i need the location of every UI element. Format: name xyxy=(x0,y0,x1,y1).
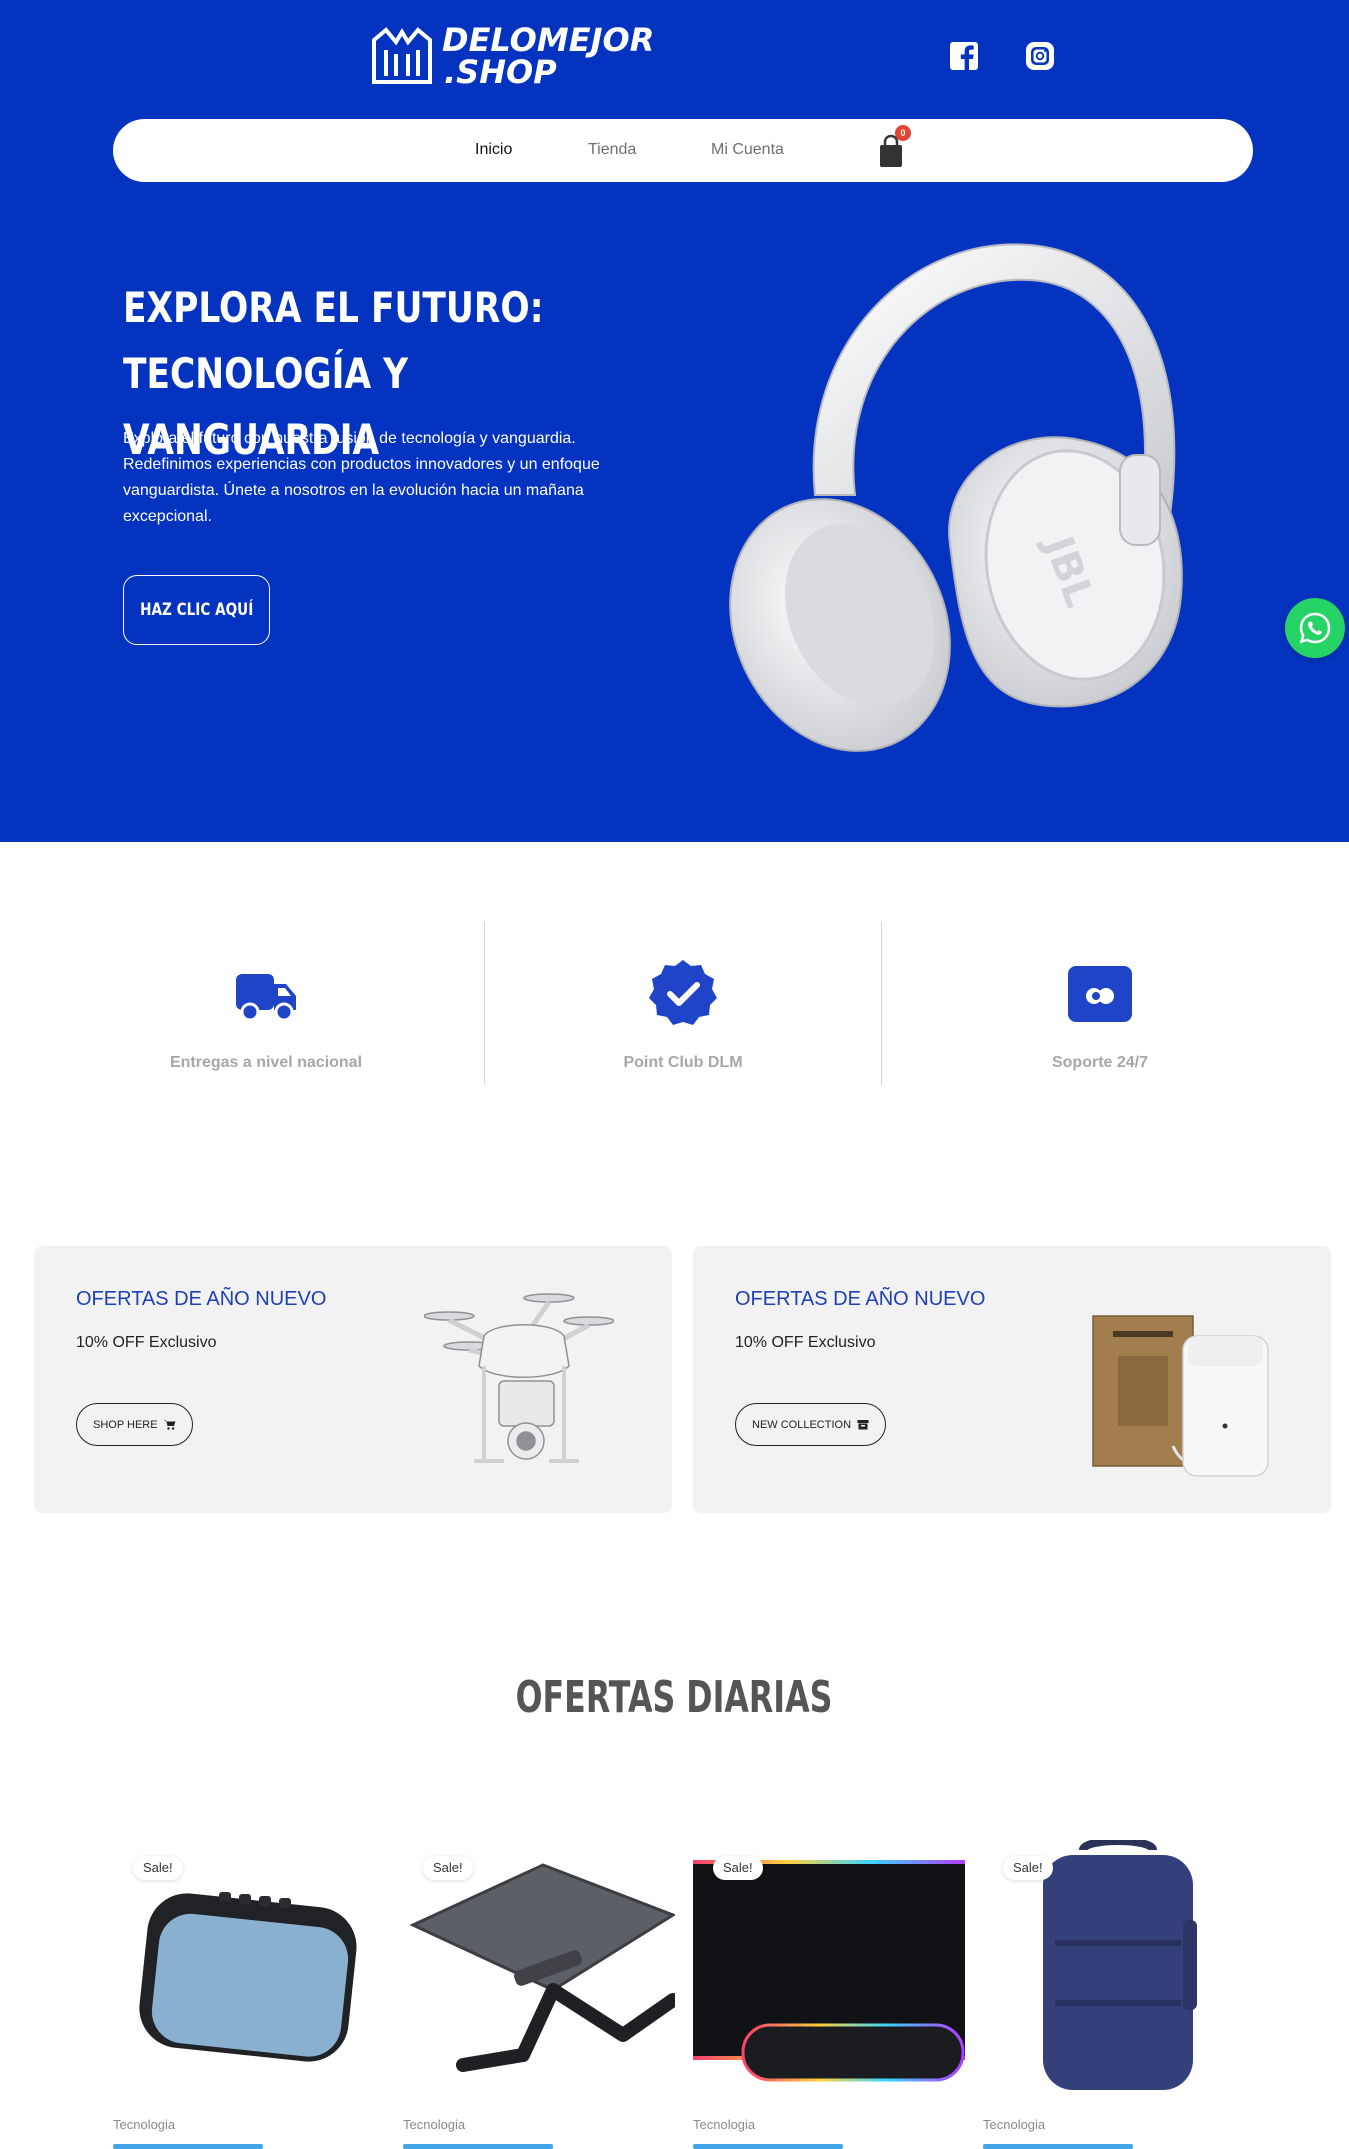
brand-line1: DELOMEJOR xyxy=(442,21,655,59)
product-title[interactable] xyxy=(983,2138,1183,2149)
air-purifier-image xyxy=(1092,1315,1269,1477)
product-card[interactable]: Sale! Tecnologia xyxy=(693,1840,965,2149)
product-card[interactable]: Sale! Tecnologia xyxy=(113,1840,385,2149)
shop-here-label: SHOP HERE xyxy=(93,1418,158,1431)
main-navbar: Inicio Tienda Mi Cuenta 0 xyxy=(113,119,1253,182)
brand-logo[interactable]: DELOMEJOR .SHOP xyxy=(370,24,654,88)
feature-divider xyxy=(484,922,485,1085)
instagram-icon[interactable] xyxy=(1024,40,1056,72)
sale-badge: Sale! xyxy=(133,1856,183,1880)
headphones-image: JBL xyxy=(729,243,1183,752)
sale-badge: Sale! xyxy=(1003,1856,1053,1880)
nav-mi-cuenta[interactable]: Mi Cuenta xyxy=(711,141,784,159)
offer-title: OFERTAS DE AÑO NUEVO xyxy=(735,1288,986,1310)
nav-inicio[interactable]: Inicio xyxy=(475,141,512,159)
sale-badge: Sale! xyxy=(713,1856,763,1880)
whatsapp-float-button[interactable] xyxy=(1285,598,1345,658)
truck-icon xyxy=(236,974,296,1022)
offer-title: OFERTAS DE AÑO NUEVO xyxy=(76,1288,327,1310)
feature-club: Point Club DLM xyxy=(533,920,833,1072)
offer-subtitle: 10% OFF Exclusivo xyxy=(735,1334,876,1351)
logo-mark-icon xyxy=(372,27,432,84)
sale-badge: Sale! xyxy=(423,1856,473,1880)
hero-cta-label: HAZ CLIC AQUÍ xyxy=(139,600,254,620)
feature-support: Soporte 24/7 xyxy=(950,920,1250,1072)
hero-section: DELOMEJOR .SHOP Inicio Tienda Mi Cuenta … xyxy=(0,0,1349,842)
drone-image xyxy=(424,1293,614,1463)
box-icon xyxy=(857,1420,869,1430)
product-card[interactable]: Sale! Tecnologia xyxy=(403,1840,675,2149)
feature-support-label: Soporte 24/7 xyxy=(1051,1054,1149,1071)
daily-offers-title: OFERTAS DIARIAS xyxy=(0,1672,1349,1723)
hero-cta-button[interactable]: HAZ CLIC AQUÍ xyxy=(123,575,270,645)
offer-card-drone[interactable]: OFERTAS DE AÑO NUEVO 10% OFF Exclusivo S… xyxy=(34,1246,672,1513)
verified-badge-icon xyxy=(649,960,717,1025)
page: DELOMEJOR .SHOP Inicio Tienda Mi Cuenta … xyxy=(0,0,1349,2149)
daily-offers-title-text: OFERTAS DIARIAS xyxy=(516,1672,833,1723)
brand-line2: .SHOP xyxy=(444,53,557,91)
facebook-icon[interactable] xyxy=(948,40,980,72)
feature-divider xyxy=(881,922,882,1085)
product-title[interactable] xyxy=(403,2138,603,2149)
cart-count-badge: 0 xyxy=(895,125,911,141)
new-collection-label: NEW COLLECTION xyxy=(752,1418,852,1431)
product-card[interactable]: Sale! Tecnologia xyxy=(983,1840,1255,2149)
shop-here-button[interactable]: SHOP HERE xyxy=(76,1403,193,1446)
product-category[interactable]: Tecnologia xyxy=(983,2117,1045,2132)
product-category[interactable]: Tecnologia xyxy=(693,2117,755,2132)
offer-card-purifier[interactable]: OFERTAS DE AÑO NUEVO 10% OFF Exclusivo N… xyxy=(693,1246,1331,1513)
hero-description: Explora el futuro con nuestra fusión de … xyxy=(123,430,600,525)
product-category[interactable]: Tecnologia xyxy=(113,2117,175,2132)
product-title[interactable] xyxy=(693,2138,893,2149)
feature-shipping-label: Entregas a nivel nacional xyxy=(169,1054,363,1071)
nav-tienda[interactable]: Tienda xyxy=(588,141,636,159)
new-collection-button[interactable]: NEW COLLECTION xyxy=(735,1403,887,1446)
product-title-placeholder xyxy=(113,2144,263,2149)
product-title-placeholder xyxy=(403,2144,553,2149)
feature-shipping: Entregas a nivel nacional xyxy=(116,920,416,1072)
cart-icon xyxy=(163,1420,176,1430)
product-title-placeholder xyxy=(693,2144,843,2149)
support-icon xyxy=(1068,966,1132,1022)
whatsapp-icon xyxy=(1299,612,1331,644)
feature-club-label: Point Club DLM xyxy=(623,1054,743,1071)
product-title-placeholder xyxy=(983,2144,1133,2149)
product-category[interactable]: Tecnologia xyxy=(403,2117,465,2132)
offer-subtitle: 10% OFF Exclusivo xyxy=(76,1334,217,1351)
hero-title-line1: EXPLORA EL FUTURO: xyxy=(123,283,544,332)
product-title[interactable] xyxy=(113,2138,313,2149)
brand-text: DELOMEJOR .SHOP xyxy=(442,24,654,88)
